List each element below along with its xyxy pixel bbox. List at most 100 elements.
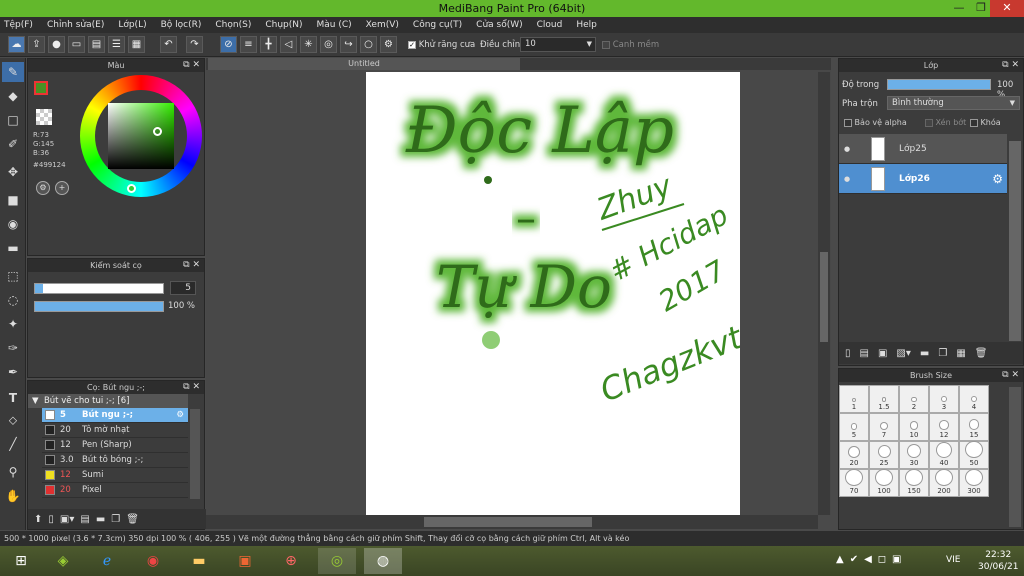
menu-file[interactable]: Tệp(F): [4, 20, 33, 30]
layer-visibility-icon[interactable]: ●: [839, 175, 855, 183]
layer-row[interactable]: ● Lớp25: [839, 134, 1007, 164]
panel-close-icon[interactable]: ⧉ ✕: [183, 259, 200, 272]
presentation-app-icon[interactable]: ▣: [226, 548, 264, 574]
move-tool-icon[interactable]: ✥: [2, 162, 24, 182]
brush-new-icon[interactable]: ▯: [48, 514, 54, 525]
vanishing-snap-icon[interactable]: ◁: [280, 36, 297, 53]
dot-tool-icon[interactable]: ✐: [2, 134, 24, 154]
brush-size-preset[interactable]: 2: [899, 385, 929, 413]
palette-icon[interactable]: ⚙: [36, 181, 50, 195]
brush-size-preset[interactable]: 15: [959, 413, 989, 441]
divide-tool-icon[interactable]: ╱: [2, 434, 24, 454]
hand-tool-icon[interactable]: ✋: [2, 486, 24, 506]
parallel-snap-icon[interactable]: ≡: [240, 36, 257, 53]
close-button[interactable]: ✕: [990, 0, 1024, 17]
brush-size-value[interactable]: 5: [170, 281, 196, 295]
canvas-vertical-scrollbar[interactable]: [818, 72, 830, 515]
brush-size-preset[interactable]: 4: [959, 385, 989, 413]
brush-list-item[interactable]: 3.0 Bút tô bóng ;-;: [42, 453, 188, 468]
brush-size-preset[interactable]: 50: [959, 441, 989, 469]
select-pen-tool-icon[interactable]: ✑: [2, 338, 24, 358]
ellipse-snap-icon[interactable]: ○: [360, 36, 377, 53]
snap-toggle[interactable]: Canh mềm: [602, 40, 659, 50]
lock-toggle[interactable]: Khóa: [970, 118, 1001, 127]
brush-size-preset[interactable]: 40: [929, 441, 959, 469]
text-tool-icon[interactable]: T: [2, 388, 24, 408]
brush-list-item[interactable]: 20 Pixel: [42, 483, 188, 498]
hue-ring[interactable]: [80, 75, 202, 197]
snap-off-icon[interactable]: ⊘: [220, 36, 237, 53]
brush-size-preset[interactable]: 10: [899, 413, 929, 441]
language-indicator[interactable]: VIE: [946, 555, 961, 565]
layer-row[interactable]: ● Lớp26 ⚙: [839, 164, 1007, 194]
cloud-icon[interactable]: ☁: [8, 36, 25, 53]
bluestacks-icon[interactable]: ◈: [44, 548, 82, 574]
brush-tool-icon[interactable]: ✎: [2, 62, 24, 82]
comment-icon[interactable]: ▭: [68, 36, 85, 53]
brush-delete-icon[interactable]: 🗑: [126, 514, 139, 525]
rectangle-tool-icon[interactable]: □: [2, 110, 24, 130]
redo-icon[interactable]: ↷: [186, 36, 203, 53]
layer-add-dropdown-icon[interactable]: ▧▾: [896, 348, 910, 359]
color-picker-handle[interactable]: [153, 127, 162, 136]
lasso-tool-icon[interactable]: ◌: [2, 290, 24, 310]
list-icon[interactable]: ☰: [108, 36, 125, 53]
brush-size-preset[interactable]: 100: [869, 469, 899, 497]
brush-list-item[interactable]: 12 Sumi: [42, 468, 188, 483]
lock-checkbox[interactable]: [970, 118, 978, 127]
brush-size-preset[interactable]: 7: [869, 413, 899, 441]
brush-list-item[interactable]: 12 Pen (Sharp): [42, 438, 188, 453]
brush-folder-icon[interactable]: ▬: [96, 514, 105, 525]
brush-copy-icon[interactable]: ❐: [111, 514, 120, 525]
internet-explorer-icon[interactable]: ℯ: [88, 548, 126, 574]
brush-size-preset[interactable]: 150: [899, 469, 929, 497]
clipping-checkbox[interactable]: [925, 118, 933, 127]
menu-tools[interactable]: Công cụ(T): [413, 20, 462, 30]
magic-wand-tool-icon[interactable]: ✦: [2, 314, 24, 334]
document-tab[interactable]: Untitled: [208, 58, 520, 70]
brush-group-header[interactable]: ▼ Bút vẽ cho tui ;-; [6]: [28, 394, 188, 408]
eyedropper-tool-icon[interactable]: ⚲: [2, 462, 24, 482]
panel-close-icon[interactable]: ⧉ ✕: [1002, 59, 1019, 72]
file-explorer-icon[interactable]: ▬: [180, 548, 218, 574]
drawing-canvas[interactable]: Độc Lập Độc Lập – – Tự Do Tự Do Zhuy # H…: [366, 72, 749, 515]
palette-add-icon[interactable]: +: [55, 181, 69, 195]
fill-rect-tool-icon[interactable]: ■: [2, 190, 24, 210]
export-icon[interactable]: ⇪: [28, 36, 45, 53]
chat-icon[interactable]: ●: [48, 36, 65, 53]
layer-list-scrollbar[interactable]: [1009, 141, 1021, 341]
new-halftone-layer-icon[interactable]: ▤: [860, 348, 869, 359]
brush-settings-icon[interactable]: ⚙: [176, 410, 184, 420]
panel-close-icon[interactable]: ⧉ ✕: [183, 381, 200, 394]
curve-snap-icon[interactable]: ↪: [340, 36, 357, 53]
document-icon[interactable]: ▤: [88, 36, 105, 53]
brush-size-preset[interactable]: 12: [929, 413, 959, 441]
protect-alpha-toggle[interactable]: Bảo vệ alpha: [844, 118, 907, 127]
brush-size-preset[interactable]: 70: [839, 469, 869, 497]
layer-visibility-icon[interactable]: ●: [839, 145, 855, 153]
menu-snap[interactable]: Chụp(N): [265, 20, 302, 30]
brush-edit-icon[interactable]: ▤: [80, 514, 89, 525]
saturation-square[interactable]: [108, 103, 174, 169]
bucket-tool-icon[interactable]: ◉: [2, 214, 24, 234]
protect-alpha-checkbox[interactable]: [844, 118, 852, 127]
menu-filter[interactable]: Bộ lọc(R): [161, 20, 202, 30]
panel-close-icon[interactable]: ⧉ ✕: [1002, 369, 1019, 382]
menu-window[interactable]: Cửa sổ(W): [476, 20, 522, 30]
brush-list-scrollbar[interactable]: [190, 409, 200, 499]
brush-size-preset[interactable]: 25: [869, 441, 899, 469]
new-8bit-layer-icon[interactable]: ▣: [878, 348, 887, 359]
brush-size-preset[interactable]: 3: [929, 385, 959, 413]
brush-opacity-slider[interactable]: [34, 301, 164, 312]
clipping-toggle[interactable]: Xén bớt: [925, 118, 966, 127]
grid-icon[interactable]: ▦: [128, 36, 145, 53]
select-tool-icon[interactable]: ⬚: [2, 266, 24, 286]
operation-tool-icon[interactable]: ⬦: [2, 410, 24, 430]
new-layer-icon[interactable]: ▯: [845, 348, 851, 359]
system-tray[interactable]: ▲✔◀◻▣: [836, 554, 908, 565]
menu-cloud[interactable]: Cloud: [537, 20, 563, 30]
settings-icon[interactable]: ⚙: [380, 36, 397, 53]
adjust-dropdown[interactable]: 10 ▼: [520, 37, 596, 52]
radial-snap-icon[interactable]: ✳: [300, 36, 317, 53]
blend-mode-dropdown[interactable]: Bình thường ▼: [887, 96, 1020, 110]
